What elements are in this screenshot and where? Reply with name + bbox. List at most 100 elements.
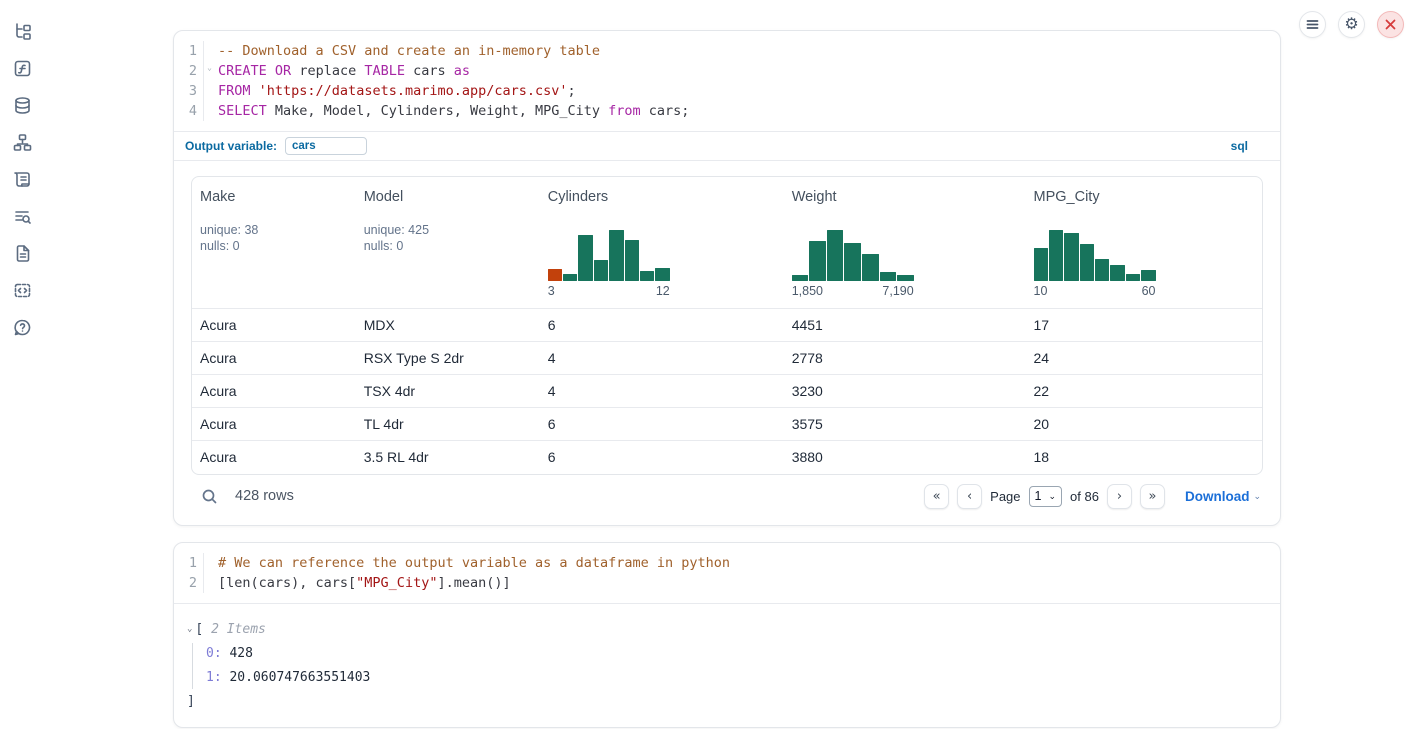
table-cell[interactable]: 17: [1026, 309, 1263, 342]
code-line[interactable]: 1# We can reference the output variable …: [174, 553, 1280, 573]
table-cell[interactable]: TL 4dr: [356, 408, 540, 441]
last-page-button[interactable]: »: [1140, 484, 1165, 509]
dependency-graph-icon[interactable]: [13, 133, 32, 152]
code-line[interactable]: 3FROM 'https://datasets.marimo.app/cars.…: [174, 81, 1280, 101]
file-tree-icon[interactable]: [13, 22, 32, 41]
table-row[interactable]: AcuraTSX 4dr4323022: [192, 375, 1262, 408]
histogram-bar[interactable]: [1110, 265, 1124, 281]
list-search-icon[interactable]: [13, 207, 32, 226]
histogram-bar[interactable]: [594, 260, 608, 281]
tree-root: ⌄[ 2 Items: [187, 618, 1280, 641]
help-circle-icon[interactable]: [13, 318, 32, 337]
table-cell[interactable]: MDX: [356, 309, 540, 342]
line-number: 1: [174, 41, 204, 61]
table-cell[interactable]: 3.5 RL 4dr: [356, 441, 540, 474]
python-code-editor[interactable]: 1# We can reference the output variable …: [174, 543, 1280, 603]
table-cell[interactable]: 4451: [784, 309, 1026, 342]
histogram-bar[interactable]: [655, 268, 669, 282]
database-icon[interactable]: [13, 96, 32, 115]
table-cell[interactable]: 18: [1026, 441, 1263, 474]
document-icon[interactable]: [13, 244, 32, 263]
menu-button[interactable]: [1299, 11, 1326, 38]
histogram-bar[interactable]: [844, 243, 861, 281]
table-cell[interactable]: Acura: [192, 441, 356, 474]
table-row[interactable]: AcuraMDX6445117: [192, 309, 1262, 342]
histogram-bar[interactable]: [563, 274, 577, 281]
column-histogram[interactable]: 1060: [1034, 227, 1156, 298]
search-icon[interactable]: [201, 488, 218, 505]
table-cell[interactable]: 4: [540, 375, 784, 408]
download-button[interactable]: Download ⌄: [1185, 489, 1261, 504]
code-line[interactable]: 1-- Download a CSV and create an in-memo…: [174, 41, 1280, 61]
code-line[interactable]: 2⌄CREATE OR replace TABLE cars as: [174, 61, 1280, 81]
histogram-bar[interactable]: [548, 269, 562, 281]
code-line[interactable]: 4SELECT Make, Model, Cylinders, Weight, …: [174, 101, 1280, 121]
histogram-bar[interactable]: [1095, 259, 1109, 281]
output-variable-input[interactable]: [285, 137, 367, 155]
column-histogram[interactable]: 312: [548, 227, 670, 298]
column-title[interactable]: MPG_City: [1034, 189, 1255, 205]
table-row[interactable]: AcuraTL 4dr6357520: [192, 408, 1262, 441]
histogram-bar[interactable]: [880, 272, 897, 281]
column-title[interactable]: Cylinders: [548, 189, 776, 205]
histogram-bar[interactable]: [609, 230, 623, 281]
table-cell[interactable]: 20: [1026, 408, 1263, 441]
histogram-bar[interactable]: [1064, 233, 1078, 281]
table-cell[interactable]: Acura: [192, 342, 356, 375]
table-cell[interactable]: 22: [1026, 375, 1263, 408]
column-title[interactable]: Weight: [792, 189, 1018, 205]
table-cell[interactable]: Acura: [192, 375, 356, 408]
table-cell[interactable]: 6: [540, 309, 784, 342]
histogram-bar[interactable]: [1034, 248, 1048, 281]
table-cell[interactable]: Acura: [192, 408, 356, 441]
first-page-button[interactable]: «: [924, 484, 949, 509]
table-cell[interactable]: Acura: [192, 309, 356, 342]
table-cell[interactable]: 3880: [784, 441, 1026, 474]
table-cell[interactable]: 3230: [784, 375, 1026, 408]
table-row[interactable]: AcuraRSX Type S 2dr4277824: [192, 342, 1262, 375]
histogram-bar[interactable]: [578, 235, 592, 281]
pagination: « ‹ Page 1 ⌄ of 86 › » Download ⌄: [924, 484, 1261, 509]
column-title[interactable]: Model: [364, 189, 532, 205]
column-title[interactable]: Make: [200, 189, 348, 205]
table-cell[interactable]: RSX Type S 2dr: [356, 342, 540, 375]
column-histogram[interactable]: 1,8507,190: [792, 227, 914, 298]
histogram-bar[interactable]: [1080, 244, 1094, 281]
code-line[interactable]: 2[len(cars), cars["MPG_City"].mean()]: [174, 573, 1280, 593]
prev-page-button[interactable]: ‹: [957, 484, 982, 509]
code-snippet-icon[interactable]: [13, 281, 32, 300]
language-badge: sql: [1231, 139, 1248, 153]
function-square-icon[interactable]: [13, 59, 32, 78]
last-page-icon: »: [1148, 489, 1156, 504]
code-text: CREATE OR replace TABLE cars as: [204, 61, 470, 81]
sql-output: Makeunique: 38nulls: 0Modelunique: 425nu…: [174, 160, 1280, 525]
table-cell[interactable]: 2778: [784, 342, 1026, 375]
histogram-bar[interactable]: [1049, 230, 1063, 281]
settings-button[interactable]: ⚙: [1338, 11, 1365, 38]
histogram-bar[interactable]: [792, 275, 809, 281]
histogram-bar[interactable]: [862, 254, 879, 281]
histogram-bar[interactable]: [1141, 270, 1155, 281]
histogram-bar[interactable]: [897, 275, 914, 281]
collapse-chevron-icon[interactable]: ⌄: [187, 624, 192, 634]
next-page-button[interactable]: ›: [1107, 484, 1132, 509]
table-cell[interactable]: 6: [540, 408, 784, 441]
table-row[interactable]: Acura3.5 RL 4dr6388018: [192, 441, 1262, 474]
histogram-axis-labels: 1060: [1034, 284, 1156, 298]
page-select[interactable]: 1 ⌄: [1029, 486, 1063, 507]
table-cell[interactable]: 24: [1026, 342, 1263, 375]
logs-scroll-icon[interactable]: [13, 170, 32, 189]
histogram-bar[interactable]: [809, 241, 826, 281]
table-cell[interactable]: 6: [540, 441, 784, 474]
shutdown-button[interactable]: [1377, 11, 1404, 38]
histogram-bar[interactable]: [640, 271, 654, 281]
histogram-bar[interactable]: [827, 230, 844, 281]
sql-code-editor[interactable]: 1-- Download a CSV and create an in-memo…: [174, 31, 1280, 131]
fold-chevron-icon[interactable]: ⌄: [207, 64, 212, 72]
histogram-bar[interactable]: [625, 240, 639, 281]
histogram-bar[interactable]: [1126, 274, 1140, 281]
table-cell[interactable]: 4: [540, 342, 784, 375]
table-cell[interactable]: 3575: [784, 408, 1026, 441]
page-total-label: of 86: [1070, 489, 1099, 504]
table-cell[interactable]: TSX 4dr: [356, 375, 540, 408]
